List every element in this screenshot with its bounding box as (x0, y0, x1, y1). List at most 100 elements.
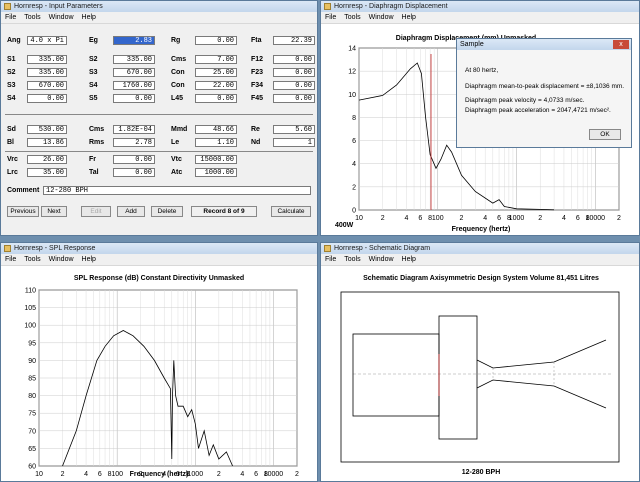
x-tick-label: 2 (381, 215, 385, 222)
divider (5, 151, 313, 152)
window-title: Hornresp - Input Parameters (14, 3, 103, 10)
param-label: Eg (89, 37, 98, 44)
y-tick-label: 95 (28, 340, 36, 347)
menu-help[interactable]: Help (82, 256, 96, 263)
param-field[interactable]: 0.00 (113, 155, 155, 164)
menu-help[interactable]: Help (402, 256, 416, 263)
menu-window[interactable]: Window (49, 14, 74, 21)
menu-tools[interactable]: Tools (24, 256, 40, 263)
y-tick-label: 8 (352, 115, 356, 122)
param-field[interactable]: 1 (273, 138, 315, 147)
param-field[interactable]: 26.00 (27, 155, 67, 164)
y-tick-label: 90 (28, 358, 36, 365)
menu-tools[interactable]: Tools (24, 14, 40, 21)
menu-window[interactable]: Window (369, 14, 394, 21)
param-field[interactable]: 670.00 (27, 81, 67, 90)
param-label: Cms (89, 126, 105, 133)
param-label: L45 (171, 95, 184, 102)
power-label: 400W (335, 222, 354, 229)
x-tick-label: 100 (432, 215, 444, 222)
add-button[interactable]: Add (117, 206, 145, 217)
menu-window[interactable]: Window (369, 256, 394, 263)
param-label: S1 (7, 56, 16, 63)
menu-file[interactable]: File (325, 256, 336, 263)
param-label: Mmd (171, 126, 188, 133)
param-field[interactable]: 1.82E-04 (113, 125, 155, 134)
y-tick-label: 2 (352, 184, 356, 191)
param-field[interactable]: 25.00 (195, 68, 237, 77)
param-field[interactable]: 0.00 (27, 94, 67, 103)
param-field[interactable]: 1.10 (195, 138, 237, 147)
title-bar[interactable]: Hornresp - Diaphragm Displacement (321, 1, 639, 12)
param-field[interactable]: 7.00 (195, 55, 237, 64)
param-field[interactable]: 0.00 (273, 68, 315, 77)
param-label: F23 (251, 69, 264, 76)
param-field[interactable]: 22.39 (273, 36, 315, 45)
param-field[interactable]: 335.00 (27, 55, 67, 64)
title-bar[interactable]: Hornresp - Input Parameters (1, 1, 317, 12)
param-label: Re (251, 126, 260, 133)
dialog-line-1: At 80 hertz, (465, 67, 499, 74)
param-field[interactable]: 2.78 (113, 138, 155, 147)
param-label: Rms (89, 139, 105, 146)
x-tick-label: 6 (254, 471, 258, 478)
app-icon (324, 245, 331, 252)
menu-help[interactable]: Help (402, 14, 416, 21)
param-field[interactable]: 13.86 (27, 138, 67, 147)
param-field[interactable]: 335.00 (113, 55, 155, 64)
param-label: Rg (171, 37, 181, 44)
param-field[interactable]: 0.00 (273, 94, 315, 103)
param-field[interactable]: 4.0 x Pi (27, 36, 67, 45)
param-field[interactable]: 0.00 (195, 36, 237, 45)
menu-help[interactable]: Help (82, 14, 96, 21)
param-field[interactable]: 15000.00 (195, 155, 237, 164)
param-field[interactable]: 35.00 (27, 168, 67, 177)
x-tick-label: 6 (497, 215, 501, 222)
param-field[interactable]: 1000.00 (195, 168, 237, 177)
param-field[interactable]: 22.00 (195, 81, 237, 90)
param-field[interactable]: 0.00 (113, 168, 155, 177)
param-label: S2 (89, 56, 98, 63)
calculate-button[interactable]: Calculate (271, 206, 311, 217)
param-label: S5 (89, 95, 98, 102)
param-field[interactable]: 2.83 (113, 36, 155, 45)
menu-window[interactable]: Window (49, 256, 74, 263)
ok-button[interactable]: OK (589, 129, 621, 140)
param-field[interactable]: 0.00 (273, 81, 315, 90)
menu-file[interactable]: File (325, 14, 336, 21)
close-button[interactable]: x (613, 40, 629, 49)
menu-file[interactable]: File (5, 14, 16, 21)
y-tick-label: 80 (28, 393, 36, 400)
menu-tools[interactable]: Tools (344, 14, 360, 21)
comment-field[interactable]: 12-280 BPH (43, 186, 311, 195)
dialog-title: Sample (460, 41, 484, 48)
spl-window: Hornresp - SPL Response File Tools Windo… (0, 242, 318, 482)
next-button[interactable]: Next (41, 206, 67, 217)
app-icon (324, 3, 331, 10)
param-label: Sd (7, 126, 16, 133)
menu-file[interactable]: File (5, 256, 16, 263)
title-bar[interactable]: Hornresp - Schematic Diagram (321, 243, 639, 254)
param-field[interactable]: 5.60 (273, 125, 315, 134)
param-label: S4 (89, 82, 98, 89)
comment-label: Comment (7, 187, 40, 194)
param-field[interactable]: 0.00 (113, 94, 155, 103)
app-icon (4, 245, 11, 252)
title-bar[interactable]: Hornresp - SPL Response (1, 243, 317, 254)
param-field[interactable]: 0.00 (273, 55, 315, 64)
param-field[interactable]: 48.66 (195, 125, 237, 134)
delete-button[interactable]: Delete (151, 206, 183, 217)
y-tick-label: 12 (348, 69, 356, 76)
edit-button[interactable]: Edit (81, 206, 111, 217)
previous-button[interactable]: Previous (7, 206, 39, 217)
y-tick-label: 105 (24, 305, 36, 312)
plot-area: SPL Response (dB) Constant Directivity U… (1, 266, 317, 481)
param-field[interactable]: 335.00 (27, 68, 67, 77)
x-tick-label: 10 (35, 471, 43, 478)
dialog-title-bar[interactable]: Sample (457, 39, 631, 50)
menu-tools[interactable]: Tools (344, 256, 360, 263)
param-field[interactable]: 0.00 (195, 94, 237, 103)
param-field[interactable]: 530.00 (27, 125, 67, 134)
param-field[interactable]: 670.00 (113, 68, 155, 77)
param-field[interactable]: 1760.00 (113, 81, 155, 90)
